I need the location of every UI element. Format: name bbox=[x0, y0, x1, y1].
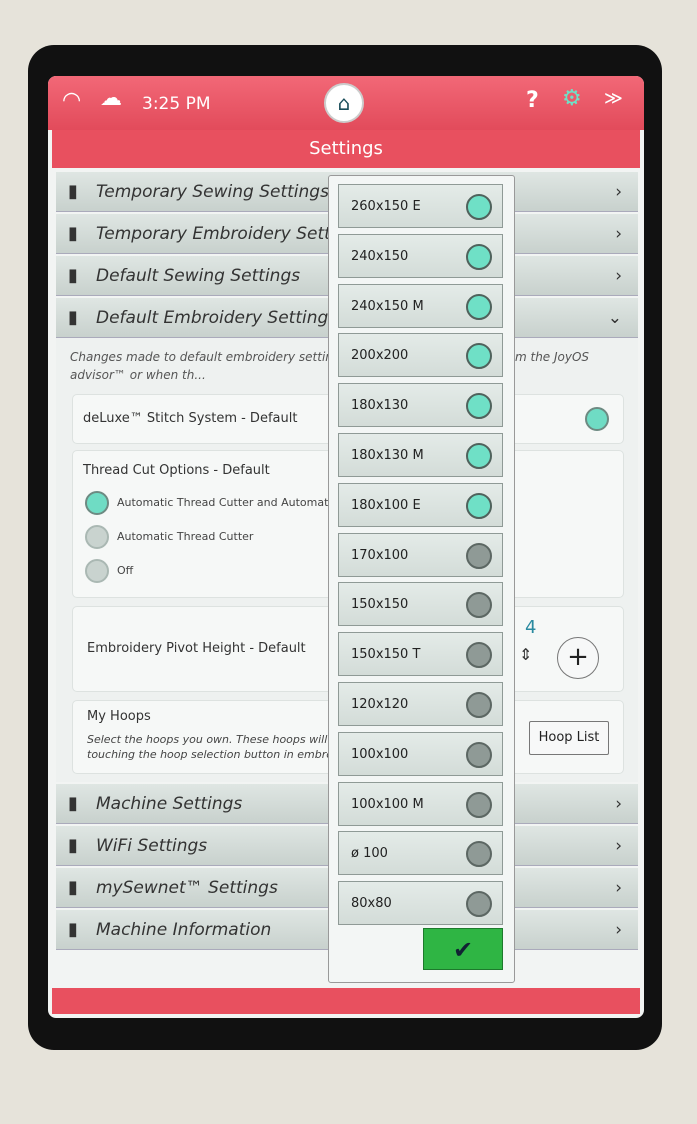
hoop-name: 80x80 bbox=[351, 896, 392, 912]
hoop-selected-indicator bbox=[466, 492, 492, 519]
row-label: Temporary Sewing Settings bbox=[96, 182, 329, 202]
hoop-option[interactable]: 150x150 T bbox=[338, 632, 503, 677]
deluxe-toggle[interactable] bbox=[585, 407, 609, 431]
hoop-option[interactable]: 100x100 M bbox=[338, 781, 503, 826]
hoop-name: 100x100 bbox=[351, 746, 409, 762]
pivot-value: 4 bbox=[525, 617, 537, 638]
my-hoops-desc: Select the hoops you own. These hoops wi… bbox=[87, 733, 360, 746]
hoop-name: 180x130 bbox=[351, 398, 409, 414]
confirm-button[interactable]: ✔ bbox=[423, 928, 503, 970]
sewing-default-icon: ▮ bbox=[68, 265, 78, 286]
wifi-icon: ▮ bbox=[68, 835, 78, 856]
hoop-name: 200x200 bbox=[351, 348, 409, 364]
embroidery-default-icon: ▮ bbox=[68, 307, 78, 328]
hoop-name: 150x150 bbox=[351, 597, 409, 613]
gear-icon[interactable]: ⚙ bbox=[562, 86, 582, 111]
thread-cut-option-label: Automatic Thread Cutter bbox=[117, 530, 254, 543]
hoop-name: 120x120 bbox=[351, 697, 409, 712]
sewing-temp-icon: ▮ bbox=[68, 181, 78, 202]
row-label: Temporary Embroidery Settings bbox=[96, 224, 366, 244]
hoop-name: 240x150 M bbox=[351, 298, 424, 314]
hoop-selected-indicator bbox=[466, 393, 492, 420]
hoop-option[interactable]: 260x150 E bbox=[338, 184, 503, 228]
hoop-name: 180x100 E bbox=[351, 497, 421, 513]
cloud-icon: ☁ bbox=[100, 86, 122, 111]
thread-cut-option-label: Automatic Thread Cutter and Automat... bbox=[117, 496, 339, 509]
hoop-selected-indicator bbox=[466, 841, 492, 868]
hoop-option[interactable]: 80x80 bbox=[338, 881, 503, 926]
hoop-name: 100x100 M bbox=[351, 796, 424, 812]
chevron-icon: › bbox=[615, 920, 622, 940]
hoop-option[interactable]: 180x130 bbox=[338, 383, 503, 428]
cloud-icon: ▮ bbox=[68, 877, 78, 898]
thread-cut-radio[interactable] bbox=[85, 525, 109, 549]
thread-cut-radio[interactable] bbox=[85, 559, 109, 583]
hoop-name: 260x150 E bbox=[351, 199, 421, 214]
hoop-option[interactable]: 170x100 bbox=[338, 532, 503, 577]
hoop-selected-indicator bbox=[466, 542, 492, 569]
hoop-selected-indicator bbox=[466, 293, 492, 320]
hoop-option[interactable]: 180x100 E bbox=[338, 482, 503, 527]
screen: ◠ ☁ 3:25 PM ⌂ ? ⚙ ≫ Settings ▮ Temporary … bbox=[48, 76, 644, 1018]
my-hoops-desc-2: touching the hoop selection button in em… bbox=[87, 748, 361, 761]
home-button[interactable]: ⌂ bbox=[324, 83, 364, 123]
row-label: Default Embroidery Settings bbox=[96, 308, 338, 328]
chevron-icon: › bbox=[615, 836, 622, 856]
hoop-selected-indicator bbox=[466, 741, 492, 768]
deluxe-label: deLuxe™ Stitch System - Default bbox=[83, 411, 298, 426]
hoop-selected-indicator bbox=[466, 194, 492, 220]
clock: 3:25 PM bbox=[142, 94, 211, 114]
chevron-icon: › bbox=[615, 266, 622, 286]
hoop-name: 170x100 bbox=[351, 547, 409, 563]
row-label: Machine Information bbox=[96, 920, 272, 940]
hoop-selected-indicator bbox=[466, 692, 492, 718]
hoop-selected-indicator bbox=[466, 443, 492, 469]
chevron-icon: › bbox=[615, 878, 622, 898]
thread-cut-title: Thread Cut Options - Default bbox=[83, 463, 270, 478]
chevron-icon: › bbox=[615, 224, 622, 244]
row-label: Machine Settings bbox=[96, 794, 243, 814]
chevron-icon: › bbox=[615, 794, 622, 814]
hoop-list-popup: 260x150 E 240x150 240x150 M 200x200 180x130 1… bbox=[328, 175, 515, 983]
page-title: Settings bbox=[52, 130, 640, 168]
hoop-option[interactable]: 150x150 bbox=[338, 582, 503, 627]
hoop-option[interactable]: 180x130 M bbox=[338, 433, 503, 477]
wifi-icon: ◠ bbox=[62, 88, 82, 113]
pivot-increase-button[interactable]: + bbox=[557, 637, 599, 679]
hoop-option[interactable]: 100x100 bbox=[338, 731, 503, 776]
help-icon[interactable]: ? bbox=[526, 88, 539, 113]
chevron-icon: ⌄ bbox=[607, 308, 622, 328]
hoop-name: ø 100 bbox=[351, 846, 388, 862]
hoop-selected-indicator bbox=[466, 243, 492, 270]
bottom-bar bbox=[52, 988, 640, 1014]
hoop-option[interactable]: ø 100 bbox=[338, 831, 503, 876]
hoop-selected-indicator bbox=[466, 343, 492, 370]
hoop-selected-indicator bbox=[466, 791, 492, 818]
thread-cut-option-label: Off bbox=[117, 564, 134, 577]
pivot-label: Embroidery Pivot Height - Default bbox=[87, 641, 306, 656]
row-label: Default Sewing Settings bbox=[96, 266, 301, 286]
hoop-selected-indicator bbox=[466, 592, 492, 619]
hoop-list-button[interactable]: Hoop List bbox=[529, 721, 609, 755]
hoop-name: 180x130 M bbox=[351, 448, 424, 463]
pivot-height-icon: ⇕ bbox=[519, 645, 533, 664]
info-icon: ▮ bbox=[68, 919, 78, 940]
hoop-name: 150x150 T bbox=[351, 647, 421, 663]
hoop-selected-indicator bbox=[466, 891, 492, 918]
hoop-option[interactable]: 120x120 bbox=[338, 682, 503, 726]
hoop-option[interactable]: 240x150 bbox=[338, 233, 503, 278]
bobbin-icon[interactable]: ≫ bbox=[604, 88, 623, 109]
machine-icon: ▮ bbox=[68, 793, 78, 814]
embroidery-temp-icon: ▮ bbox=[68, 223, 78, 244]
my-hoops-title: My Hoops bbox=[87, 709, 151, 724]
chevron-icon: › bbox=[615, 182, 622, 202]
thread-cut-radio[interactable] bbox=[85, 491, 109, 515]
status-bar: ◠ ☁ 3:25 PM ⌂ ? ⚙ ≫ bbox=[48, 76, 644, 130]
hoop-option[interactable]: 200x200 bbox=[338, 333, 503, 378]
row-label: mySewnet™ Settings bbox=[96, 878, 278, 898]
hoop-option[interactable]: 240x150 M bbox=[338, 283, 503, 328]
row-label: WiFi Settings bbox=[96, 836, 208, 856]
hoop-name: 240x150 bbox=[351, 248, 409, 264]
hoop-selected-indicator bbox=[466, 642, 492, 669]
